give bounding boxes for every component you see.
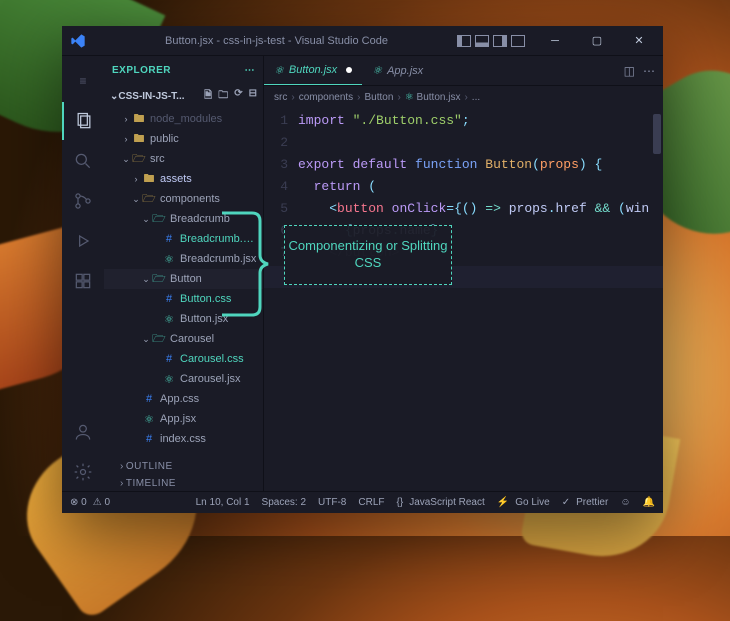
modified-dot-icon [346,67,352,73]
tree-item[interactable]: ⚛App.jsx [104,409,263,429]
callout: Componentizing or Splitting CSS [284,225,452,285]
tree-item[interactable]: #index.css [104,429,263,449]
breadcrumb-item[interactable]: ⚛ Button.jsx [405,92,461,103]
react-icon: ⚛ [372,64,382,77]
breadcrumbs[interactable]: src›components›Button›⚛ Button.jsx›... [264,86,663,108]
tab-button-jsx[interactable]: ⚛ Button.jsx [264,56,362,85]
vscode-logo-icon [70,33,86,49]
react-icon: ⚛ [274,64,284,77]
bracket-annotation [222,209,270,319]
minimize-button[interactable]: ─ [535,27,575,55]
outline-section[interactable]: ›OUTLINE [104,457,263,474]
layout-right-icon[interactable] [493,35,507,47]
new-file-icon[interactable]: 🗎 [204,88,212,105]
status-prettier[interactable]: ✓Prettier [562,497,609,508]
collapse-icon[interactable]: ⊟ [249,88,257,105]
close-button[interactable]: ✕ [619,27,659,55]
code-area[interactable]: 12345671 import "./Button.css"; export d… [264,108,663,491]
more-icon[interactable]: ⋯ [245,65,256,76]
refresh-icon[interactable]: ⟳ [234,88,242,105]
tab-app-jsx[interactable]: ⚛ App.jsx [362,56,433,85]
status-ln-col[interactable]: Ln 10, Col 1 [196,497,250,508]
status-encoding[interactable]: UTF-8 [318,497,346,508]
scroll-thumb[interactable] [653,114,661,154]
tree-item[interactable]: ⌄🗁src [104,149,263,169]
tree-item[interactable]: ›🖿assets [104,169,263,189]
layout-left-icon[interactable] [457,35,471,47]
project-name: CSS-IN-JS-T... [118,91,184,102]
status-bell-icon[interactable]: 🔔 [643,497,655,508]
status-language[interactable]: {}JavaScript React [397,497,485,508]
tab-more-icon[interactable]: ⋯ [643,64,655,78]
maximize-button[interactable]: ▢ [577,27,617,55]
breadcrumb-item[interactable]: components [299,92,353,103]
tree-item[interactable]: ⌄🗁Carousel [104,329,263,349]
explorer-icon[interactable] [62,102,104,140]
code-content[interactable]: import "./Button.css"; export default fu… [298,108,663,491]
breadcrumb-item[interactable]: src [274,92,287,103]
tree-item[interactable]: ›🖿node_modules [104,109,263,129]
debug-icon[interactable] [62,222,104,260]
editor-tabs: ⚛ Button.jsx ⚛ App.jsx ◫ ⋯ [264,56,663,86]
source-control-icon[interactable] [62,182,104,220]
tree-item[interactable]: #Carousel.css [104,349,263,369]
layout-bottom-icon[interactable] [475,35,489,47]
account-icon[interactable] [62,413,104,451]
status-spaces[interactable]: Spaces: 2 [262,497,306,508]
breadcrumb-item[interactable]: Button [365,92,394,103]
timeline-section[interactable]: ›TIMELINE [104,474,263,491]
status-bar: ⊗ 0 ⚠ 0 Ln 10, Col 1 Spaces: 2 UTF-8 CRL… [62,491,663,513]
project-row[interactable]: ⌄ CSS-IN-JS-T... 🗎 🗀 ⟳ ⊟ [104,84,263,109]
status-eol[interactable]: CRLF [358,497,384,508]
status-feedback-icon[interactable]: ☺ [620,497,630,508]
tree-item[interactable]: ⚛Carousel.jsx [104,369,263,389]
status-errors[interactable]: ⊗ 0 [70,497,87,508]
titlebar-right: ─ ▢ ✕ [457,27,659,55]
search-icon[interactable] [62,142,104,180]
status-golive[interactable]: ⚡Go Live [497,497,550,508]
split-editor-icon[interactable]: ◫ [624,64,635,78]
sidebar-header: EXPLORER ⋯ [104,56,263,84]
sidebar-title: EXPLORER [112,65,171,76]
new-folder-icon[interactable]: 🗀 [218,88,228,105]
titlebar: Button.jsx - css-in-js-test - Visual Stu… [62,26,663,56]
tree-item[interactable]: ›🖿public [104,129,263,149]
layout-icons[interactable] [457,35,525,47]
window-title: Button.jsx - css-in-js-test - Visual Stu… [96,35,457,47]
extensions-icon[interactable] [62,262,104,300]
settings-gear-icon[interactable] [62,453,104,491]
tree-item[interactable]: ⌄🗁components [104,189,263,209]
layout-grid-icon[interactable] [511,35,525,47]
tree-item[interactable]: #App.css [104,389,263,409]
activity-bar: ≡ [62,56,104,491]
status-warnings[interactable]: ⚠ 0 [93,497,110,508]
menu-icon[interactable]: ≡ [62,62,104,100]
vertical-scrollbar[interactable] [651,108,663,491]
breadcrumb-item[interactable]: ... [472,92,480,103]
